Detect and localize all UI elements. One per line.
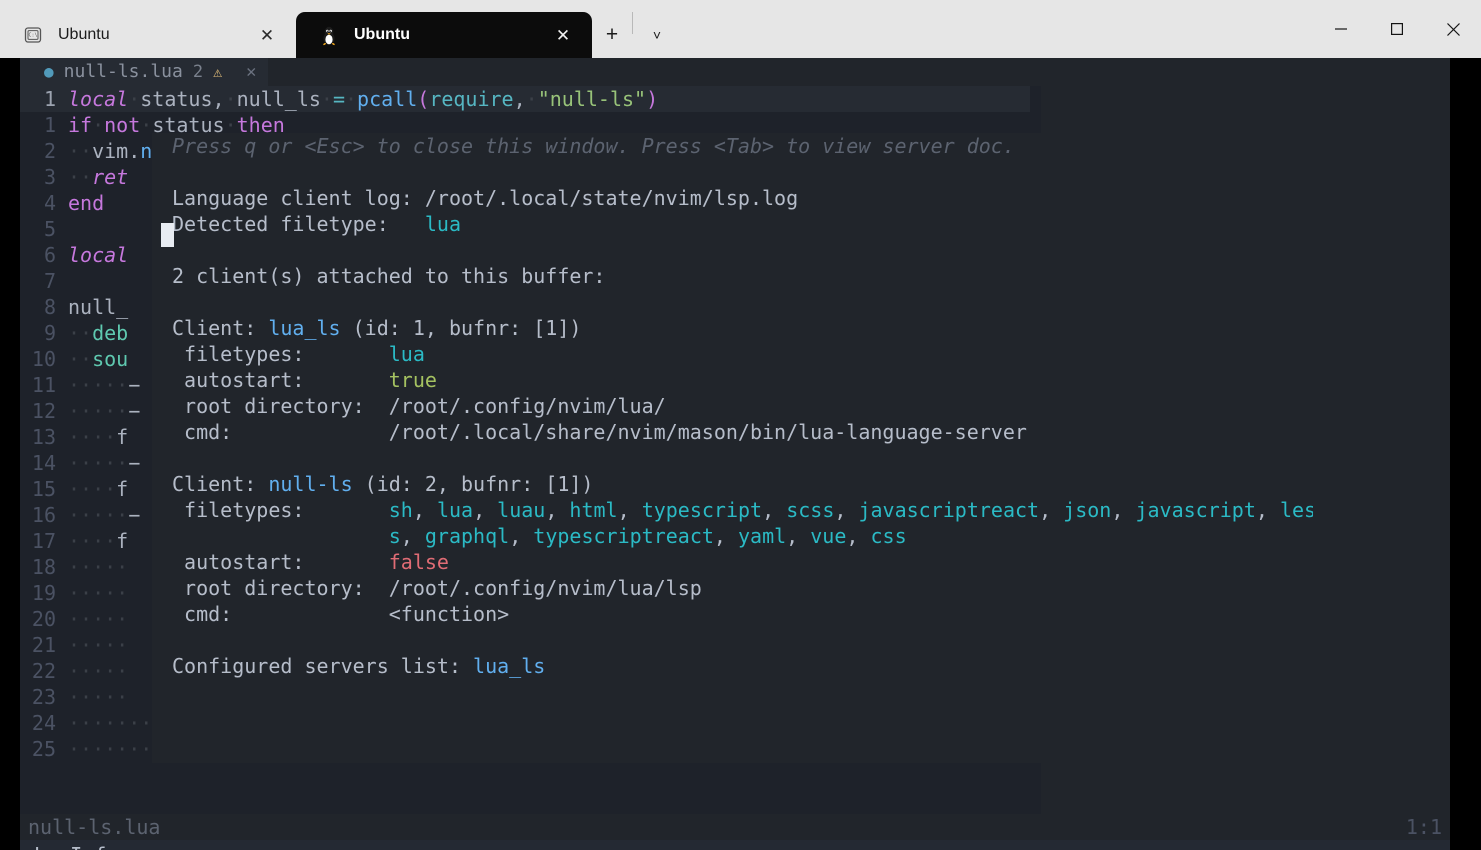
buffer-close-icon[interactable]: ✕	[246, 59, 256, 85]
toolbar-divider	[632, 12, 633, 34]
line-number: 14	[31, 451, 56, 475]
line-number: 1	[43, 87, 56, 111]
line-number: 20	[31, 607, 56, 631]
lsp-info-line: Client: lua_ls (id: 1, bufnr: [1])	[172, 316, 582, 340]
lsp-info-line	[152, 627, 1313, 653]
buffer-diagnostic-count: 2	[192, 62, 204, 82]
neovim-session: ● null-ls.lua 2 ⚠ ✕ 1 local·status,·null_…	[20, 58, 1450, 850]
lsp-info-line: s, graphql, typescriptreact, yaml, vue, …	[388, 524, 907, 548]
tab-strip: C:\ Ubuntu ✕ Ubuntu ✕ + ˅	[0, 0, 677, 58]
new-tab-button[interactable]: +	[592, 12, 632, 58]
line-number: 24	[31, 711, 56, 735]
lsp-info-line: 2 client(s) attached to this buffer:	[172, 264, 606, 288]
line-number: 6	[43, 243, 56, 267]
line-number: 17	[31, 529, 56, 553]
lsp-info-line	[152, 445, 1313, 471]
buffer-tab-filename: null-ls.lua	[63, 61, 183, 82]
terminal-tab-2-close-icon[interactable]: ✕	[548, 20, 578, 50]
maximize-button[interactable]	[1369, 0, 1425, 58]
lsp-info-line: filetypes: lua	[172, 342, 425, 366]
terminal-tab-2-title: Ubuntu	[354, 26, 410, 43]
chevron-down-icon[interactable]: ˅	[637, 12, 677, 58]
warning-icon: ⚠	[213, 63, 223, 81]
line-number: 22	[31, 659, 56, 683]
lsp-info-line: Configured servers list: lua_ls	[172, 654, 546, 678]
neovim-bufferline: ● null-ls.lua 2 ⚠ ✕	[20, 58, 1450, 86]
line-number: 4	[43, 191, 56, 215]
cmdline-command: :LspInfo	[20, 840, 1450, 850]
svg-text:C:\: C:\	[28, 33, 37, 39]
lsp-info-line: autostart: false	[172, 550, 449, 574]
lsp-info-line: Language client log: /root/.local/state/…	[172, 186, 799, 210]
lua-file-icon: ●	[44, 62, 54, 81]
code-line-text: local·status,·null_ls·=·pcall(require,·"…	[68, 87, 659, 111]
neovim-statusline: null-ls.lua 1:1	[20, 814, 1450, 840]
text-cursor	[161, 223, 174, 247]
line-number: 5	[43, 217, 56, 241]
lsp-info-line	[152, 289, 1313, 315]
line-number: 16	[31, 503, 56, 527]
line-number: 1	[43, 113, 56, 137]
terminal-body: ● null-ls.lua 2 ⚠ ✕ 1 local·status,·null_…	[0, 58, 1481, 850]
window-controls	[1313, 0, 1481, 58]
statusline-filename: null-ls.lua	[28, 815, 161, 839]
line-number: 3	[43, 165, 56, 189]
line-number: 18	[31, 555, 56, 579]
lsp-info-line: Detected filetype: lua	[172, 212, 461, 236]
lsp-info-line	[152, 237, 1313, 263]
line-number: 15	[31, 477, 56, 501]
tux-penguin-icon	[318, 24, 340, 46]
line-number: 13	[31, 425, 56, 449]
line-number: 19	[31, 581, 56, 605]
line-number: 8	[43, 295, 56, 319]
lsp-info-line: Client: null-ls (id: 2, bufnr: [1])	[172, 472, 594, 496]
buffer-tab-null-ls[interactable]: ● null-ls.lua 2 ⚠ ✕	[20, 58, 269, 86]
line-number: 9	[43, 321, 56, 345]
lsp-info-line: root directory: /root/.config/nvim/lua/	[172, 394, 666, 418]
line-number: 11	[31, 373, 56, 397]
line-number: 7	[43, 269, 56, 293]
terminal-tab-1-title: Ubuntu	[58, 26, 110, 43]
line-number: 25	[31, 737, 56, 761]
terminal-tab-1[interactable]: C:\ Ubuntu ✕	[0, 12, 296, 58]
close-button[interactable]	[1425, 0, 1481, 58]
lsp-info-line	[152, 159, 1313, 185]
line-number: 2	[43, 139, 56, 163]
statusline-position: 1:1	[1405, 815, 1442, 839]
lsp-info-float-window[interactable]: Press q or <Esc> to close this window. P…	[152, 133, 1313, 763]
lsp-info-line: cmd: <function>	[172, 602, 510, 626]
lsp-info-line: filetypes: sh, lua, luau, html, typescri…	[172, 498, 1313, 522]
terminal-tab-1-close-icon[interactable]: ✕	[252, 20, 282, 50]
code-line[interactable]: 1 local·status,·null_ls·=·pcall(require,·…	[20, 86, 1450, 112]
wsl-icon: C:\	[22, 24, 44, 46]
lsp-info-line: Press q or <Esc> to close this window. P…	[172, 134, 1015, 158]
lsp-info-line: cmd: /root/.local/share/nvim/mason/bin/l…	[172, 420, 1027, 444]
lsp-info-line: autostart: true	[172, 368, 437, 392]
terminal-tab-2[interactable]: Ubuntu ✕	[296, 12, 592, 58]
line-number: 10	[31, 347, 56, 371]
line-number: 23	[31, 685, 56, 709]
line-number: 12	[31, 399, 56, 423]
neovim-cmdline-area[interactable]: :LspInfo 1,1 All	[20, 840, 1450, 850]
line-number: 21	[31, 633, 56, 657]
minimize-button[interactable]	[1313, 0, 1369, 58]
lsp-info-line: root directory: /root/.config/nvim/lua/l…	[172, 576, 702, 600]
window-titlebar: C:\ Ubuntu ✕ Ubuntu ✕ + ˅	[0, 0, 1481, 58]
